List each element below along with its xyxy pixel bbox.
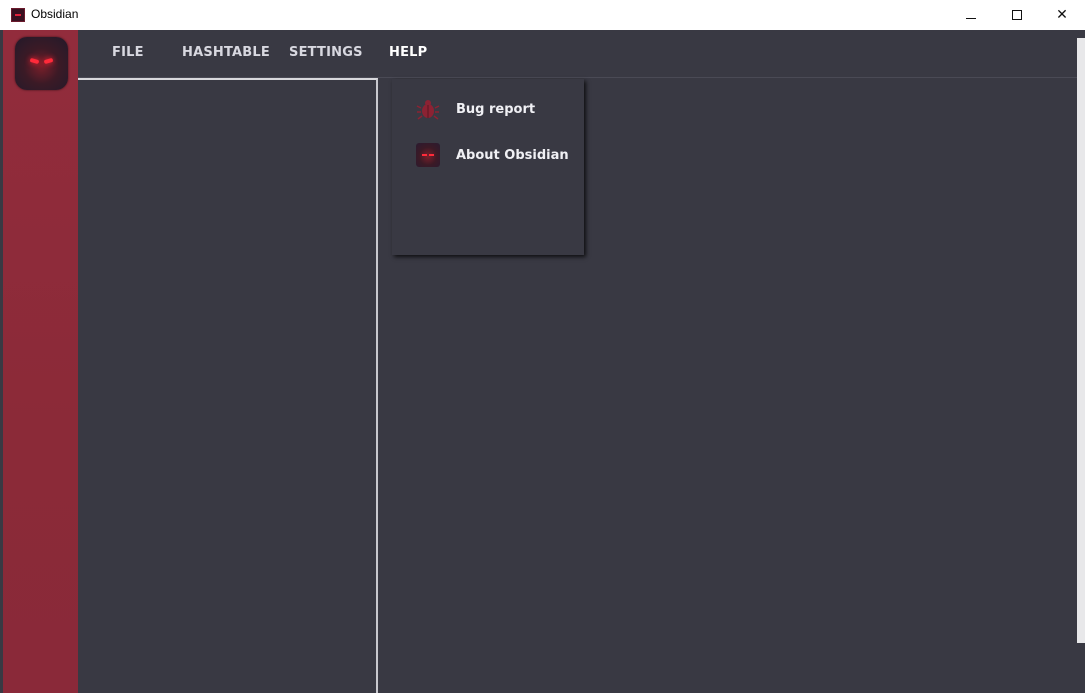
menu-file[interactable]: FILE [112,45,144,60]
vertical-scrollbar[interactable] [1077,38,1085,643]
maximize-icon [1012,10,1022,20]
about-icon-eye-left [422,154,427,156]
app-icon [11,8,25,22]
minimize-button[interactable] [948,0,994,30]
bug-report-label: Bug report [456,101,536,117]
app-window: FILE HASHTABLE SETTINGS HELP Bug report … [0,30,1085,693]
menu-settings[interactable]: SETTINGS [289,45,363,60]
menu-item-bug-report[interactable]: Bug report [392,91,584,127]
help-dropdown-menu: Bug report About Obsidian [392,79,584,255]
window-title: Obsidian [31,7,79,21]
obsidian-logo-icon [416,143,440,167]
menu-bar: FILE HASHTABLE SETTINGS HELP [78,30,1085,78]
logo-eye-left [29,57,40,65]
close-button[interactable]: ✕ [1039,0,1085,30]
file-tree-panel[interactable] [78,78,378,693]
menu-item-about[interactable]: About Obsidian [392,137,584,173]
maximize-button[interactable] [994,0,1040,30]
menu-hashtable[interactable]: HASHTABLE [182,45,270,60]
menu-help[interactable]: HELP [389,45,427,60]
about-label: About Obsidian [456,147,569,163]
about-icon-eye-right [429,154,434,156]
bug-icon [416,97,440,121]
sidebar [3,30,78,693]
title-bar: Obsidian ✕ [0,0,1085,30]
minimize-icon [966,17,976,19]
logo-eye-right [43,57,54,65]
obsidian-logo-icon[interactable] [15,37,68,90]
close-icon: ✕ [1056,7,1068,23]
